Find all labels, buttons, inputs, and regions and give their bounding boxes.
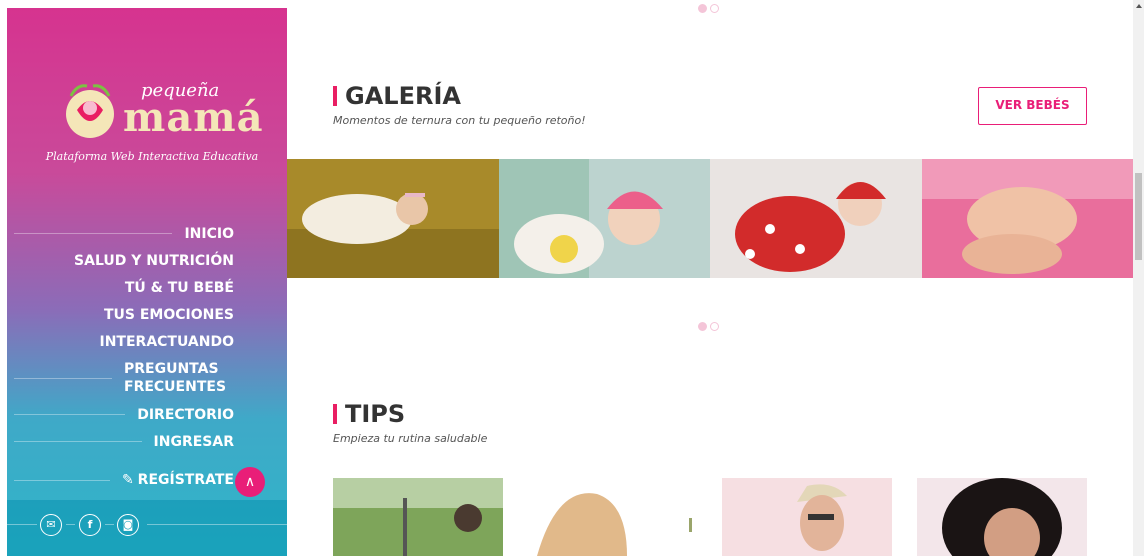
nav-label: TÚ & TU BEBÉ: [124, 279, 234, 296]
facebook-icon[interactable]: f: [79, 514, 101, 536]
scroll-to-top-button[interactable]: ∧: [235, 467, 265, 497]
edit-icon: ✎: [121, 472, 134, 488]
gallery-image-baby-feet[interactable]: [921, 159, 1133, 278]
nav-item-preguntas-frecuentes[interactable]: PREGUNTAS FRECUENTES: [14, 355, 234, 401]
nav-item-salud-nutricion[interactable]: SALUD Y NUTRICIÓN: [14, 247, 234, 274]
galeria-title: GALERÍA: [333, 82, 461, 110]
carousel-dot[interactable]: [698, 4, 707, 13]
carousel-dot[interactable]: [698, 322, 707, 331]
nav-item-ingresar[interactable]: INGRESAR: [14, 428, 234, 455]
tip-image-woman-in-sports-top[interactable]: [527, 478, 697, 556]
nav-label: INGRESAR: [153, 433, 234, 450]
nav-item-directorio[interactable]: DIRECTORIO: [14, 401, 234, 428]
galeria-title-text: GALERÍA: [345, 82, 461, 110]
carousel-dots-middle: [698, 322, 719, 331]
carousel-dot[interactable]: [710, 322, 719, 331]
nav-label: DIRECTORIO: [137, 406, 234, 423]
instagram-icon[interactable]: ◙: [117, 514, 139, 536]
email-icon[interactable]: ✉: [40, 514, 62, 536]
galeria-subtitle: Momentos de ternura con tu pequeño retoñ…: [333, 114, 586, 127]
nav-label: PREGUNTAS FRECUENTES: [124, 361, 227, 395]
tips-title-text: TIPS: [345, 400, 406, 428]
scrollbar-thumb[interactable]: [1135, 173, 1142, 260]
gallery-strip: [287, 159, 1133, 278]
carousel-dots-top: [698, 4, 719, 13]
logo-text-mama: mamá: [123, 94, 264, 141]
nav-label: INTERACTUANDO: [99, 333, 235, 350]
nav-item-interactuando[interactable]: INTERACTUANDO: [14, 328, 235, 355]
nav-label: INICIO: [184, 225, 234, 242]
page-scrollbar[interactable]: [1133, 0, 1144, 556]
scroll-up-arrow-icon[interactable]: [1136, 4, 1142, 8]
tip-image-woman-portrait[interactable]: [917, 478, 1087, 556]
tip-image-woman-with-hat[interactable]: [722, 478, 892, 556]
gallery-image-baby-pink-hat[interactable]: [498, 159, 710, 278]
tip-image-woman-in-park[interactable]: [333, 478, 503, 556]
nav-label: TUS EMOCIONES: [103, 306, 234, 323]
register-link[interactable]: ✎ REGÍSTRATE: [14, 472, 234, 488]
logo-mother-baby-icon: [66, 84, 114, 138]
social-bar: ✉ f ◙: [7, 500, 287, 556]
site-logo[interactable]: pequeña mamá Plataforma Web Interactiva …: [46, 62, 263, 172]
register-label: REGÍSTRATE: [137, 472, 234, 488]
nav-item-inicio[interactable]: INICIO: [14, 220, 234, 247]
ver-bebes-button[interactable]: VER BEBÉS: [978, 87, 1087, 125]
nav-item-tu-bebe[interactable]: TÚ & TU BEBÉ: [14, 274, 234, 301]
gallery-image-baby-white-dress[interactable]: [287, 159, 499, 278]
tips-title: TIPS: [333, 400, 405, 428]
main-nav: INICIO SALUD Y NUTRICIÓN TÚ & TU BEBÉ TU…: [14, 220, 234, 455]
carousel-dot[interactable]: [710, 4, 719, 13]
nav-item-tus-emociones[interactable]: TUS EMOCIONES: [14, 301, 234, 328]
logo-tagline: Plataforma Web Interactiva Educativa: [45, 150, 259, 163]
nav-label: SALUD Y NUTRICIÓN: [74, 252, 234, 269]
tips-subtitle: Empieza tu rutina saludable: [333, 432, 488, 445]
gallery-image-baby-red-costume[interactable]: [710, 159, 922, 278]
